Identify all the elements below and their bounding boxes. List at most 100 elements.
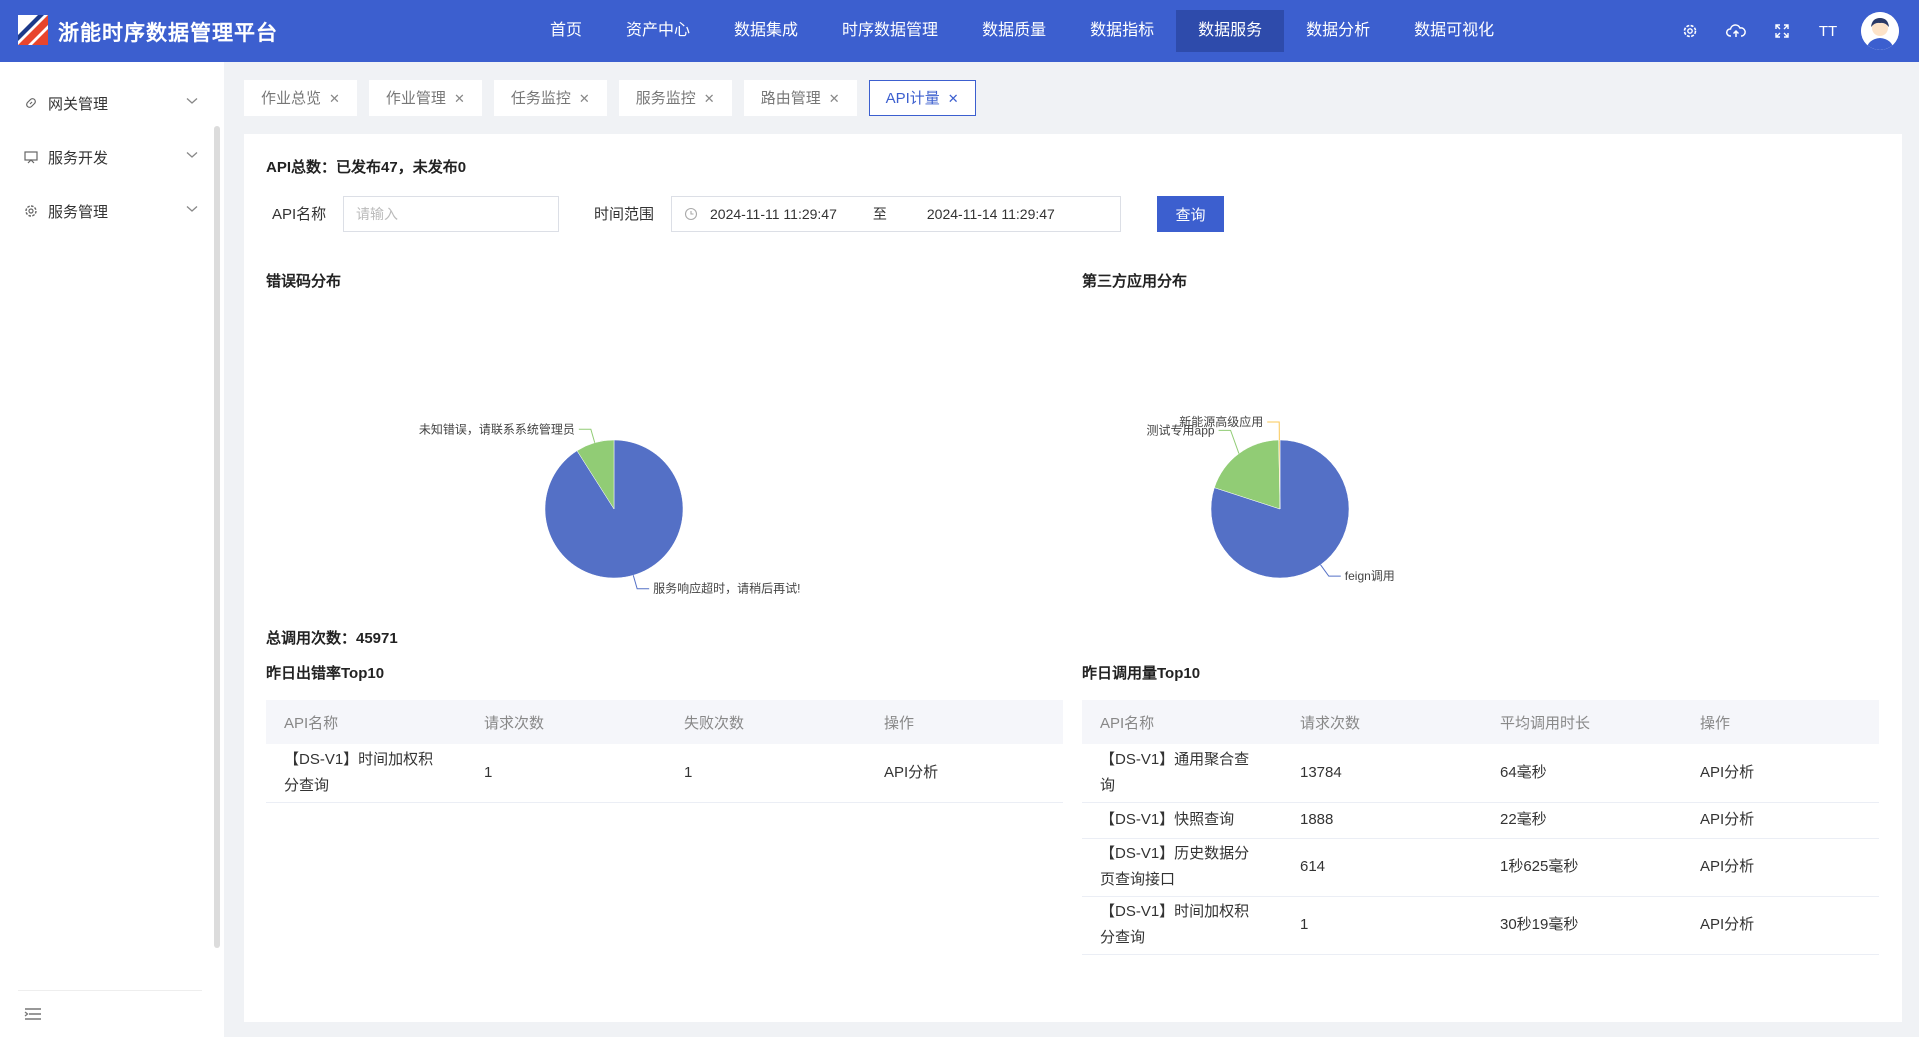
close-icon[interactable]: ✕ (704, 91, 715, 106)
total-calls-summary: 总调用次数：45971 (266, 630, 398, 647)
sidebar-item-label: 服务管理 (48, 203, 109, 221)
api-analysis-link[interactable]: API分析 (1682, 744, 1879, 803)
avatar-icon (1861, 12, 1899, 50)
nav-item-3[interactable]: 时序数据管理 (820, 10, 960, 52)
distribution-pie-charts: 服务响应超时，请稍后再试!未知错误，请联系系统管理员feign调用测试专用app… (419, 414, 1395, 594)
table-header-row: API名称 请求次数 失败次数 操作 (266, 700, 1063, 744)
tab-label: 路由管理 (760, 90, 821, 107)
close-icon[interactable]: ✕ (948, 91, 959, 106)
user-avatar[interactable] (1861, 12, 1899, 50)
avg-cell: 22毫秒 (1482, 802, 1682, 839)
api-name-line: 【DS-V1】时间加权积 (284, 750, 434, 768)
top-header: 浙能时序数据管理平台 首页 资产中心 数据集成 时序数据管理 数据质量 数据指标 数据服务数… (0, 0, 1919, 62)
api-name-cell: 【DS-V1】时间加权积 分查询 (1082, 896, 1282, 955)
avg-cell: 30秒19毫秒 (1482, 896, 1682, 955)
upload-button[interactable] (1713, 0, 1759, 62)
close-icon[interactable]: ✕ (329, 91, 340, 106)
api-name-line: 【DS-V1】通用聚合查 (1100, 750, 1250, 768)
range-separator: 至 (872, 206, 887, 222)
avg-cell: 64毫秒 (1482, 744, 1682, 803)
tab-4[interactable]: 路由管理 ✕ (743, 80, 857, 116)
error-top10-title: 昨日出错率Top10 (266, 665, 385, 682)
fullscreen-icon (1775, 24, 1789, 38)
nav-item-2[interactable]: 数据集成 (712, 10, 820, 52)
fullscreen-button[interactable] (1759, 0, 1805, 62)
nav-item-5[interactable]: 数据指标 (1068, 10, 1176, 52)
api-total-summary: API总数：已发布47，未发布0 (266, 159, 467, 176)
api-analysis-link[interactable]: API分析 (866, 744, 1063, 803)
api-name-cell: 【DS-V1】通用聚合查询 (1082, 744, 1282, 803)
avg-cell: 1秒625毫秒 (1482, 838, 1682, 897)
font-size-button[interactable]: TT (1805, 0, 1851, 62)
api-name-line: 页查询接口 (1100, 871, 1176, 888)
column-header: API名称 (266, 700, 466, 744)
usage-top10-table: API名称 请求次数 平均调用时长 操作 【DS-V1】通用聚合查询 13784 64毫秒… (1082, 700, 1879, 955)
usage-top10-title: 昨日调用量Top10 (1082, 665, 1201, 682)
api-name-line: 【DS-V1】时间加权积 (1100, 903, 1250, 920)
column-header: API名称 (1082, 700, 1282, 744)
font-size-icon: TT (1818, 22, 1838, 40)
api-name-label: API名称 (272, 206, 327, 223)
close-icon[interactable]: ✕ (829, 91, 840, 106)
tab-label: 任务监控 (510, 90, 571, 107)
tab-0[interactable]: 作业总览 ✕ (244, 80, 357, 116)
tab-5[interactable]: API计量 ✕ (868, 80, 976, 116)
column-header: 操作 (1682, 700, 1879, 744)
chevron-down-icon (186, 152, 198, 158)
failures-cell: 1 (666, 744, 866, 803)
pie-slice-label: 服务响应超时，请稍后再试! (653, 581, 800, 594)
chevron-down-icon (186, 98, 198, 104)
gear-icon (25, 205, 37, 217)
api-name-line: 【DS-V1】快照查询 (1100, 811, 1235, 828)
nav-item-7[interactable]: 数据分析 (1284, 10, 1392, 52)
pie-label-line (1218, 429, 1240, 454)
api-name-cell: 【DS-V1】历史数据分 页查询接口 (1082, 838, 1282, 897)
pie-label-line (578, 428, 596, 443)
pie-label-line (1267, 421, 1280, 441)
link-icon (26, 98, 36, 108)
table-header-row: API名称 请求次数 平均调用时长 操作 (1082, 700, 1879, 744)
sidebar-scrollbar[interactable] (214, 126, 220, 948)
api-name-line: 询 (1100, 776, 1116, 794)
sidebar-item-service-manage[interactable]: 服务管理 (0, 184, 212, 238)
nav-item-6[interactable]: 数据服务 (1176, 10, 1285, 52)
nav-item-1[interactable]: 资产中心 (604, 10, 712, 52)
time-range-picker[interactable]: 2024-11-11 11:29:47 至 2024-11-14 11:29:4… (671, 196, 1121, 232)
start-time-value[interactable]: 2024-11-11 11:29:47 (710, 206, 837, 222)
page-tabs: 作业总览 ✕ 作业管理 ✕ 任务监控 ✕ 服务监控 ✕ 路由管理 ✕ API计量 ✕ (244, 80, 988, 116)
cloud-upload-icon (1726, 24, 1746, 37)
nav-item-8[interactable]: 数据可视化 (1392, 10, 1516, 52)
sidebar-item-label: 网关管理 (48, 95, 109, 113)
tab-2[interactable]: 任务监控 ✕ (493, 80, 607, 116)
end-time-value[interactable]: 2024-11-14 11:29:47 (927, 206, 1055, 222)
sidebar-item-service-dev[interactable]: 服务开发 (0, 130, 212, 184)
api-name-input[interactable] (343, 196, 559, 232)
table-row: 【DS-V1】时间加权积 分查询 1 30秒19毫秒 API分析 (1082, 896, 1879, 955)
tab-label: 作业管理 (385, 90, 446, 107)
api-analysis-link[interactable]: API分析 (1682, 802, 1879, 839)
query-button[interactable]: 查询 (1157, 196, 1224, 232)
api-metering-panel: API总数：已发布47，未发布0 API名称 时间范围 2024-11-11 1… (244, 134, 1902, 1022)
api-analysis-link[interactable]: API分析 (1682, 896, 1879, 955)
platform-title: 浙能时序数据管理平台 (58, 22, 278, 45)
time-range-label: 时间范围 (594, 206, 655, 223)
settings-button[interactable] (1667, 0, 1713, 62)
column-header: 失败次数 (666, 700, 866, 744)
pie-slice-label: 未知错误，请联系系统管理员 (419, 421, 575, 436)
sidebar-item-gateway[interactable]: 网关管理 (0, 76, 212, 130)
tab-label: 作业总览 (261, 90, 322, 107)
close-icon[interactable]: ✕ (454, 91, 465, 106)
api-name-cell: 【DS-V1】快照查询 (1082, 802, 1282, 839)
nav-item-4[interactable]: 数据质量 (960, 10, 1068, 52)
collapse-menu-icon[interactable] (24, 1007, 42, 1021)
api-analysis-link[interactable]: API分析 (1682, 838, 1879, 897)
tab-1[interactable]: 作业管理 ✕ (368, 80, 482, 116)
chevron-down-icon (186, 206, 198, 212)
tab-3[interactable]: 服务监控 ✕ (618, 80, 732, 116)
close-icon[interactable]: ✕ (579, 91, 590, 106)
table-row: 【DS-V1】快照查询 1888 22毫秒 API分析 (1082, 802, 1879, 839)
clock-icon (684, 207, 698, 221)
nav-item-0[interactable]: 首页 (528, 10, 604, 52)
column-header: 操作 (866, 700, 1063, 744)
error-top10-table: API名称 请求次数 失败次数 操作 【DS-V1】时间加权积 分查询 1 1 API分析 (266, 700, 1063, 803)
